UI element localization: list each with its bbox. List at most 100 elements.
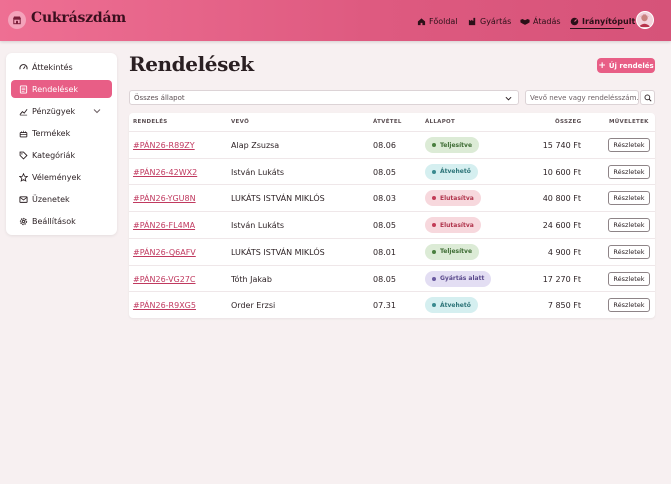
status-label: Átvehető — [440, 301, 471, 309]
sidebar-item-label: Vélemények — [32, 172, 81, 182]
order-total: 4 900 Ft — [547, 247, 581, 257]
order-number-link[interactable]: #PÁN26-42WX2 — [133, 168, 197, 177]
status-badge: Gyártás alatt — [425, 270, 492, 287]
status-dot — [432, 276, 436, 281]
new-order-label: Új rendelés — [608, 61, 654, 70]
status-badge: Teljesítve — [425, 243, 480, 260]
status-label: Teljesítve — [440, 141, 473, 149]
chevron-down-icon[interactable] — [93, 107, 101, 115]
status-dot — [432, 223, 436, 228]
search-icon — [644, 94, 652, 102]
nav-production-label: Gyártás — [480, 16, 512, 26]
status-dot — [432, 169, 436, 174]
sidebar-item-label: Kategóriák — [32, 150, 76, 160]
sidebar-item-messages[interactable]: Üzenetek — [11, 190, 112, 208]
dashboard-icon — [570, 17, 579, 25]
order-total: 7 850 Ft — [547, 301, 581, 311]
nav-home-label: Főoldal — [429, 16, 458, 26]
status-dot — [432, 196, 436, 201]
nav-production[interactable]: Gyártás — [468, 15, 511, 27]
column-header-customer[interactable]: VEVŐ — [231, 119, 249, 125]
order-number-link[interactable]: #PÁN26-R9XG5 — [133, 301, 196, 310]
sidebar-item-reviews[interactable]: Vélemények — [11, 168, 112, 186]
customer-name: István Lukáts — [231, 221, 284, 231]
search-input[interactable] — [525, 90, 639, 105]
table-row: #PÁN26-YGU8N LUKÁTS ISTVÁN MIKLÓS 08.03 Elu… — [129, 184, 655, 211]
pickup-date: 08.06 — [373, 141, 396, 150]
pickup-date: 08.05 — [373, 274, 396, 284]
storefront-icon[interactable] — [8, 11, 26, 29]
envelope-icon — [19, 195, 28, 203]
new-order-button[interactable]: + Új rendelés — [597, 58, 655, 73]
nav-handover[interactable]: Átadás — [520, 15, 561, 27]
star-icon — [19, 172, 28, 182]
status-label: Átvehető — [440, 168, 471, 176]
tag-icon — [19, 151, 28, 160]
sidebar: Áttekintés Rendelések Pénzügyek Termékek… — [6, 53, 117, 235]
table-row: #PÁN26-Q6AFV LUKÁTS ISTVÁN MIKLÓS 08.01 Tel… — [129, 237, 655, 265]
sidebar-item-orders[interactable]: Rendelések — [11, 80, 112, 98]
order-total: 10 600 Ft — [542, 167, 581, 177]
order-total: 40 800 Ft — [542, 194, 581, 204]
details-button[interactable]: Részletek — [608, 191, 650, 206]
order-total: 15 740 Ft — [542, 141, 581, 150]
avatar[interactable] — [636, 11, 654, 29]
sidebar-item-finances[interactable]: Pénzügyek — [11, 102, 112, 120]
top-bar: Cukrászdám Főoldal Gyártás Átadás Irányí… — [0, 0, 671, 41]
column-header-pickup[interactable]: ÁTVÉTEL — [373, 119, 402, 125]
order-number-link[interactable]: #PÁN26-FL4MA — [133, 221, 195, 230]
details-button[interactable]: Részletek — [608, 138, 650, 152]
nav-home[interactable]: Főoldal — [417, 15, 458, 27]
pickup-date: 08.01 — [373, 247, 396, 257]
sidebar-item-products[interactable]: Termékek — [11, 124, 112, 142]
search-button[interactable] — [640, 90, 655, 105]
sidebar-item-label: Termékek — [32, 128, 71, 138]
status-badge: Átvehető — [425, 163, 478, 180]
order-number-link[interactable]: #PÁN26-R89ZY — [133, 141, 195, 150]
status-badge: Elutasítva — [425, 190, 481, 207]
pickup-date: 08.03 — [373, 194, 396, 204]
nav-dashboard[interactable]: Irányítópult — [570, 15, 635, 27]
status-badge: Elutasítva — [425, 217, 481, 234]
orders-table: RENDELÉS VEVŐ ÁTVÉTEL ÁLLAPOT ÖSSZEG MŰV… — [129, 113, 655, 318]
sidebar-item-label: Rendelések — [32, 84, 79, 94]
pickup-date: 07.31 — [373, 301, 396, 311]
column-header-actions: MŰVELETEK — [609, 119, 649, 125]
status-dot — [432, 303, 436, 308]
details-button[interactable]: Részletek — [608, 218, 650, 233]
order-number-link[interactable]: #PÁN26-Q6AFV — [133, 248, 196, 257]
column-header-status[interactable]: ÁLLAPOT — [425, 119, 455, 125]
page-title: Rendelések — [129, 52, 254, 76]
details-button[interactable]: Részletek — [608, 244, 650, 259]
details-button[interactable]: Részletek — [608, 164, 650, 179]
sidebar-item-label: Pénzügyek — [32, 106, 76, 116]
order-number-link[interactable]: #PÁN26-VG27C — [133, 275, 196, 284]
details-button[interactable]: Részletek — [608, 271, 650, 286]
sidebar-item-label: Beállítások — [32, 216, 76, 226]
sidebar-item-label: Üzenetek — [32, 194, 70, 204]
status-filter-select[interactable]: Összes állapot — [129, 90, 519, 105]
gauge-icon — [19, 63, 28, 69]
gear-icon — [19, 217, 28, 225]
sidebar-item-settings[interactable]: Beállítások — [11, 212, 112, 230]
order-number-link[interactable]: #PÁN26-YGU8N — [133, 194, 196, 203]
home-icon — [417, 17, 426, 25]
nav-handover-label: Átadás — [533, 16, 561, 26]
factory-icon — [468, 17, 476, 25]
status-label: Elutasítva — [440, 221, 474, 229]
status-label: Gyártás alatt — [440, 275, 485, 282]
pickup-date: 08.05 — [373, 221, 396, 231]
nav-dashboard-label: Irányítópult — [582, 16, 636, 26]
brand-name[interactable]: Cukrászdám — [31, 10, 126, 26]
status-badge: Átvehető — [425, 297, 478, 314]
column-header-total[interactable]: ÖSSZEG — [555, 119, 581, 125]
sidebar-item-categories[interactable]: Kategóriák — [11, 146, 112, 164]
status-dot — [432, 143, 436, 147]
sidebar-item-overview[interactable]: Áttekintés — [11, 58, 112, 76]
column-header-order[interactable]: RENDELÉS — [133, 119, 168, 125]
cake-icon — [19, 130, 28, 137]
sidebar-item-label: Áttekintés — [32, 62, 73, 72]
customer-name: LUKÁTS ISTVÁN MIKLÓS — [231, 194, 325, 204]
order-total: 17 270 Ft — [542, 274, 581, 284]
details-button[interactable]: Részletek — [608, 298, 650, 313]
